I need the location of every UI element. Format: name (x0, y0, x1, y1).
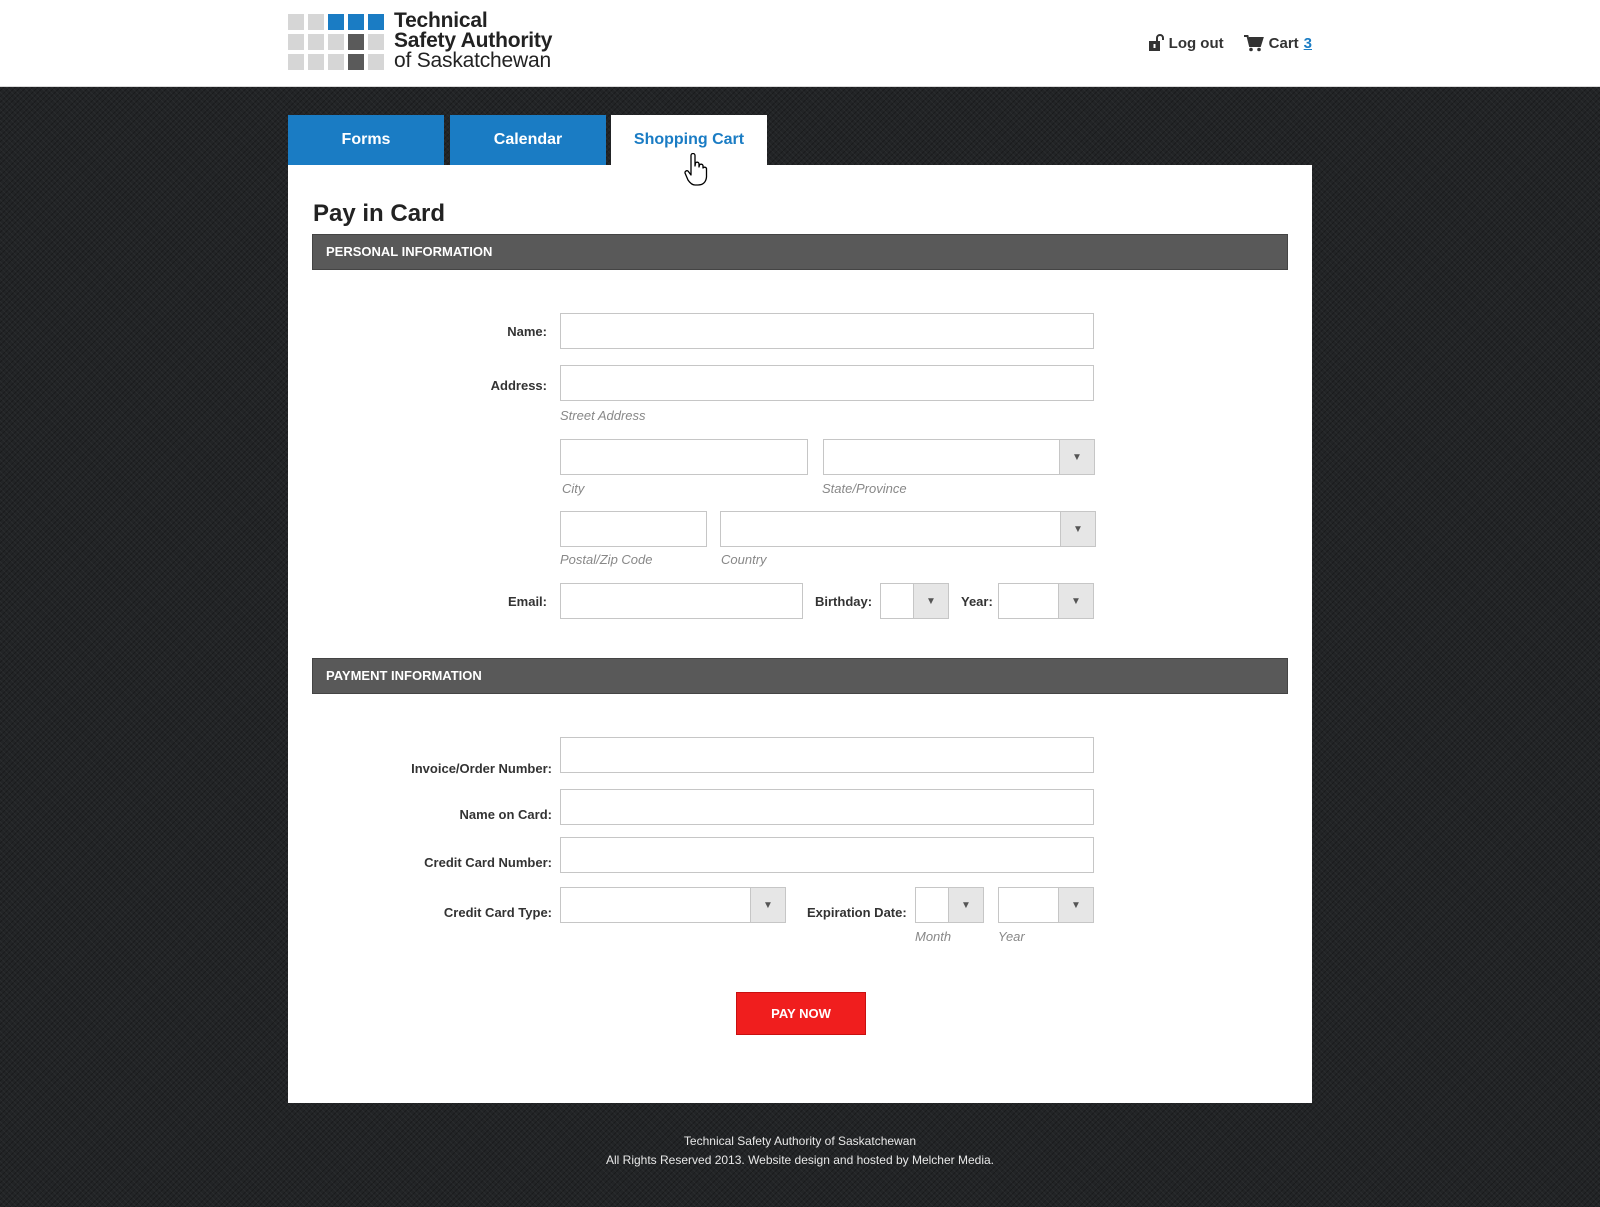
street-address-input[interactable] (560, 365, 1094, 401)
credit-card-type-label: Credit Card Type: (443, 905, 552, 920)
credit-card-number-label: Credit Card Number: (424, 855, 552, 870)
credit-card-number-input[interactable] (560, 837, 1094, 873)
address-label: Address: (490, 378, 547, 393)
expiration-year-select[interactable]: ▼ (998, 887, 1094, 923)
email-label: Email: (507, 594, 547, 609)
triangle-down-icon[interactable]: ▼ (913, 584, 948, 618)
city-input[interactable] (560, 439, 808, 475)
expiration-month-hint: Month (915, 929, 952, 944)
triangle-down-icon[interactable]: ▼ (1060, 512, 1095, 546)
page-title: Pay in Card (313, 200, 446, 227)
logout-link[interactable]: Log out (1148, 34, 1224, 52)
birthday-select[interactable]: ▼ (880, 583, 949, 619)
footer-line-1: Technical Safety Authority of Saskatchew… (683, 1134, 917, 1148)
site-logo[interactable]: Technical Safety Authority of Saskatchew… (288, 9, 608, 74)
payment-information-header: PAYMENT INFORMATION (312, 658, 1288, 694)
expiration-month-select[interactable]: ▼ (915, 887, 984, 923)
street-address-hint: Street Address (560, 408, 646, 423)
logo-line-2: Safety Authority (394, 29, 553, 52)
name-label: Name: (507, 324, 547, 339)
unlock-icon (1148, 34, 1164, 51)
logo-line-3: of Saskatchewan (394, 49, 551, 72)
cart-label: Cart (1268, 34, 1299, 52)
credit-card-type-select[interactable]: ▼ (560, 887, 786, 923)
name-on-card-input[interactable] (560, 789, 1094, 825)
invoice-number-input[interactable] (560, 737, 1094, 773)
tab-calendar[interactable]: Calendar (450, 115, 606, 165)
logo-line-1: Technical (394, 9, 488, 32)
cart-count[interactable]: 3 (1304, 35, 1312, 52)
birthday-label: Birthday: (815, 594, 873, 609)
postal-code-input[interactable] (560, 511, 707, 547)
triangle-down-icon[interactable]: ▼ (948, 888, 983, 922)
country-hint: Country (721, 552, 767, 567)
invoice-number-label: Invoice/Order Number: (411, 761, 552, 776)
logo-text: Technical Safety Authority of Saskatchew… (394, 9, 553, 72)
footer-line-2: All Rights Reserved 2013. Website design… (606, 1153, 994, 1167)
state-province-select[interactable]: ▼ (823, 439, 1095, 475)
site-header: Technical Safety Authority of Saskatchew… (0, 0, 1600, 87)
triangle-down-icon[interactable]: ▼ (1058, 584, 1093, 618)
city-hint: City (562, 481, 585, 496)
tab-forms[interactable]: Forms (288, 115, 444, 165)
postal-code-hint: Postal/Zip Code (560, 552, 653, 567)
content-panel: Pay in Card PERSONAL INFORMATION Name: A… (288, 165, 1312, 1103)
triangle-down-icon[interactable]: ▼ (750, 888, 785, 922)
year-label: Year: (961, 594, 993, 609)
birth-year-select[interactable]: ▼ (998, 583, 1094, 619)
cart-icon (1243, 35, 1264, 52)
cart-link[interactable]: Cart 3 (1243, 34, 1312, 52)
state-province-hint: State/Province (822, 481, 907, 496)
email-input[interactable] (560, 583, 803, 619)
pay-now-button[interactable]: PAY NOW (736, 992, 866, 1035)
expiration-year-hint: Year (998, 929, 1025, 944)
personal-information-header: PERSONAL INFORMATION (312, 234, 1288, 270)
name-input[interactable] (560, 313, 1094, 349)
logout-label: Log out (1168, 34, 1224, 52)
expiration-date-label: Expiration Date: (807, 905, 907, 920)
site-footer: Technical Safety Authority of Saskatchew… (0, 1132, 1600, 1170)
country-select[interactable]: ▼ (720, 511, 1096, 547)
name-on-card-label: Name on Card: (459, 807, 552, 822)
hand-pointer-icon (684, 153, 708, 186)
logo-mark (288, 14, 384, 70)
header-links: Log out Cart 3 (1148, 34, 1312, 52)
triangle-down-icon[interactable]: ▼ (1058, 888, 1093, 922)
triangle-down-icon[interactable]: ▼ (1059, 440, 1094, 474)
